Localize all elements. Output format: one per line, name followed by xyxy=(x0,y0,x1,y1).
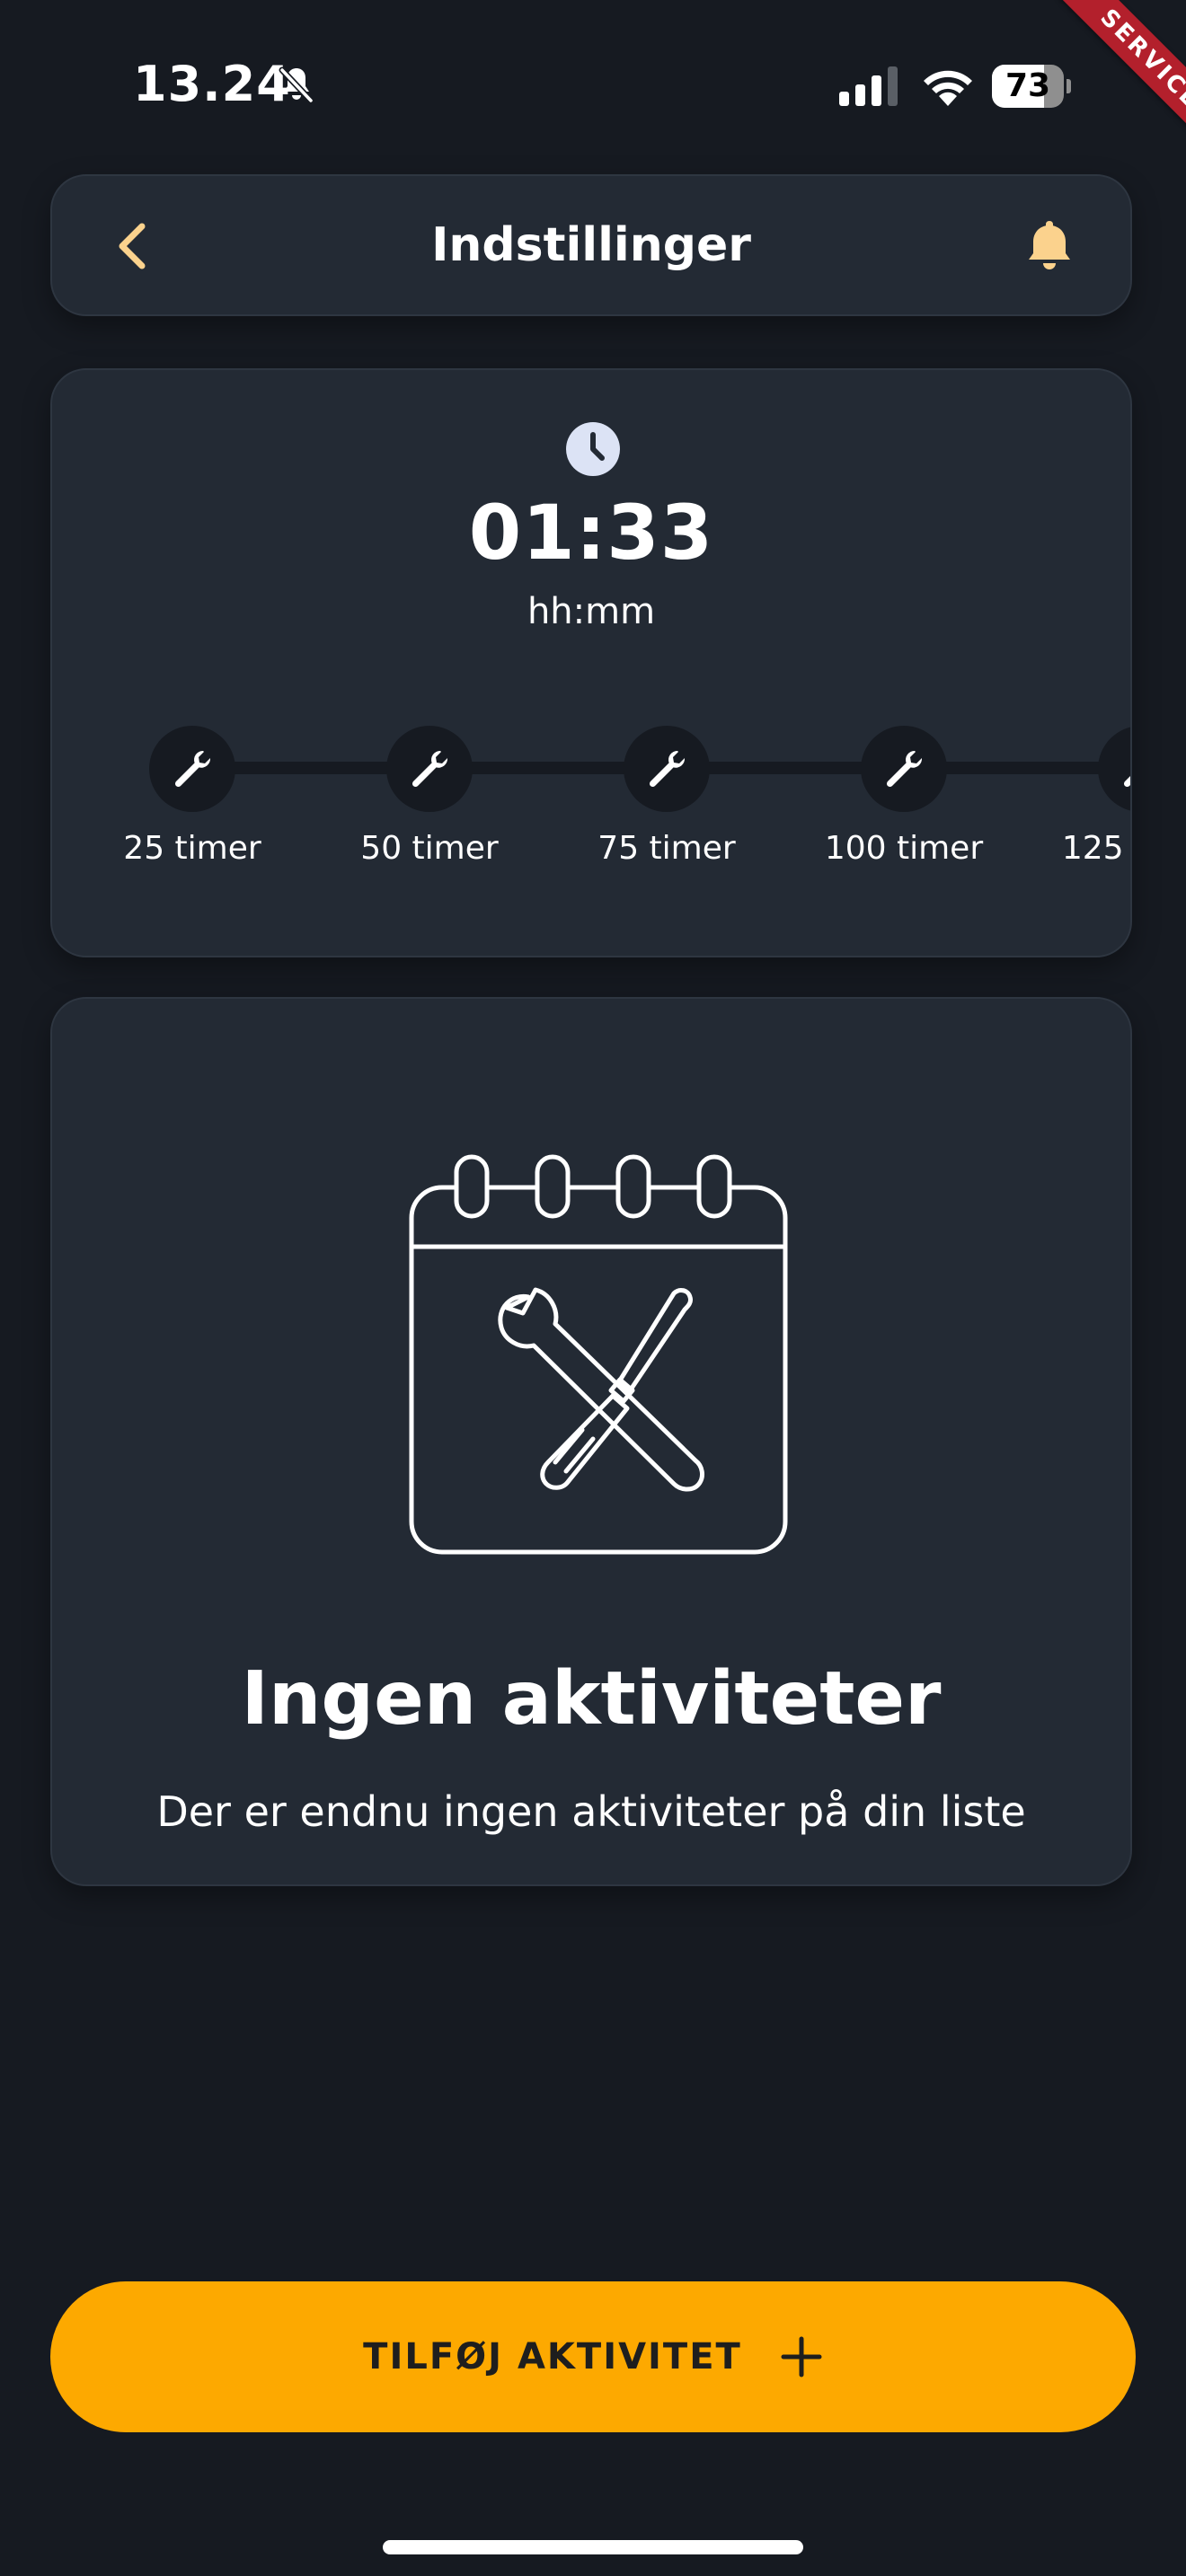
cellular-signal-icon xyxy=(839,66,898,106)
wrench-icon xyxy=(624,726,710,812)
clock-icon xyxy=(566,422,620,476)
status-time: 13.24 xyxy=(133,56,291,112)
wrench-icon xyxy=(1098,726,1130,812)
milestone-label: 125 timer xyxy=(1061,830,1130,867)
milestone-item: 125 timer xyxy=(1033,726,1130,905)
calendar-tools-icon xyxy=(409,1154,788,1555)
service-counter-card: 01:33 hh:mm 25 timer 50 timer 75 timer 1… xyxy=(50,368,1132,957)
empty-state-subtitle: Der er endnu ingen aktiviteter på din li… xyxy=(156,1787,1026,1836)
empty-state-card: Ingen aktiviteter Der er endnu ingen akt… xyxy=(50,997,1132,1886)
milestone-item: 75 timer xyxy=(559,726,774,905)
milestone-label: 25 timer xyxy=(123,830,261,867)
wrench-icon xyxy=(861,726,947,812)
service-hours-value: 01:33 xyxy=(468,489,714,577)
milestone-item: 100 timer xyxy=(796,726,1012,905)
milestone-item: 25 timer xyxy=(84,726,300,905)
milestone-label: 50 timer xyxy=(360,830,499,867)
empty-state-title: Ingen aktiviteter xyxy=(241,1656,942,1742)
add-activity-button[interactable]: TILFØJ AKTIVITET xyxy=(50,2281,1136,2432)
service-ribbon: SERVICE xyxy=(1059,0,1186,150)
milestone-label: 100 timer xyxy=(824,830,984,867)
home-indicator[interactable] xyxy=(383,2540,803,2554)
service-ribbon-wrap: SERVICE xyxy=(1006,0,1186,180)
header-bar: Indstillinger xyxy=(50,174,1132,316)
bell-muted-icon xyxy=(279,66,314,104)
wifi-icon xyxy=(924,70,972,106)
bell-icon[interactable] xyxy=(1015,212,1084,280)
milestone-label: 75 timer xyxy=(597,830,736,867)
page-title: Indstillinger xyxy=(431,218,751,272)
milestone-item: 50 timer xyxy=(322,726,537,905)
service-hours-unit: hh:mm xyxy=(527,591,656,632)
wrench-icon xyxy=(386,726,473,812)
add-activity-label: TILFØJ AKTIVITET xyxy=(363,2336,742,2378)
wrench-icon xyxy=(149,726,235,812)
plus-icon xyxy=(781,2336,822,2378)
